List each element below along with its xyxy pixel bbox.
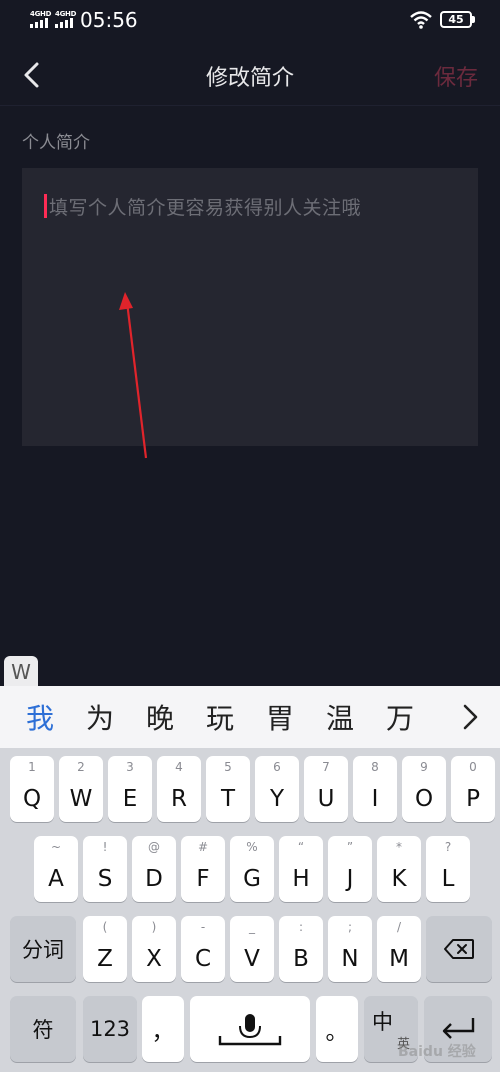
key-w[interactable]: 2W: [59, 756, 103, 822]
page-title: 修改简介: [205, 66, 294, 91]
text-caret: [44, 194, 47, 218]
bio-textarea[interactable]: 填写个人简介更容易获得别人关注哦: [22, 168, 478, 446]
space-voice-key[interactable]: [190, 996, 310, 1062]
key-z[interactable]: (Z: [83, 916, 127, 982]
cellular-signal-icon-2: 4GHD: [55, 10, 79, 28]
key-o[interactable]: 9O: [402, 756, 446, 822]
key-j[interactable]: ” J: [328, 836, 372, 902]
candidate-word[interactable]: 为: [70, 697, 130, 737]
key-c[interactable]: -C: [181, 916, 225, 982]
cellular-signal-icon: 4GHD: [30, 10, 54, 28]
svg-text:Baidu 经验: Baidu 经验: [398, 1043, 477, 1060]
backspace-icon: [444, 939, 474, 959]
key-y[interactable]: 6Y: [255, 756, 299, 822]
wifi-icon: [410, 11, 432, 29]
network-type-label-2: 4GHD: [55, 10, 77, 18]
candidate-word[interactable]: 温: [310, 697, 370, 737]
key-m[interactable]: / M: [377, 916, 421, 982]
backspace-key[interactable]: [426, 916, 492, 982]
key-b[interactable]: :B: [279, 916, 323, 982]
segment-key[interactable]: 分词: [10, 916, 76, 982]
soft-keyboard: 1Q 2W 3E 4R 5T 6Y 7U 8I 9O 0P ~ A ! S @ D #…: [0, 748, 500, 1072]
key-x[interactable]: ) X: [132, 916, 176, 982]
key-r[interactable]: 4R: [157, 756, 201, 822]
comma-key[interactable]: ，: [142, 996, 184, 1062]
candidate-word[interactable]: 晚: [130, 697, 190, 737]
key-d[interactable]: @ D: [132, 836, 176, 902]
key-g[interactable]: % G: [230, 836, 274, 902]
key-e[interactable]: 3E: [108, 756, 152, 822]
microphone-icon: [218, 1014, 282, 1046]
candidate-word[interactable]: 万: [370, 697, 430, 737]
baidu-watermark-logo: Baidu 经验: [398, 1043, 477, 1060]
key-l[interactable]: ? L: [426, 836, 470, 902]
candidate-word[interactable]: 胃: [250, 697, 310, 737]
candidate-word[interactable]: 玩: [190, 697, 250, 737]
key-n[interactable]: ; N: [328, 916, 372, 982]
key-h[interactable]: “H: [279, 836, 323, 902]
network-type-label: 4GHD: [30, 10, 52, 18]
key-s[interactable]: ! S: [83, 836, 127, 902]
period-key[interactable]: 。: [316, 996, 358, 1062]
key-p[interactable]: 0P: [451, 756, 495, 822]
symbol-key[interactable]: 符: [10, 996, 76, 1062]
bio-placeholder: 填写个人简介更容易获得别人关注哦: [49, 197, 362, 219]
key-k[interactable]: * K: [377, 836, 421, 902]
key-f[interactable]: # F: [181, 836, 225, 902]
keyboard-mode-tab[interactable]: W: [4, 656, 38, 686]
clock: 05:56: [80, 8, 138, 32]
status-bar: 4GHD 4GHD 05:56 45: [0, 0, 500, 42]
chevron-right-icon[interactable]: [458, 702, 482, 732]
key-u[interactable]: 7U: [304, 756, 348, 822]
key-v[interactable]: _ V: [230, 916, 274, 982]
bio-section-label: 个人简介: [22, 133, 90, 153]
save-button[interactable]: 保存: [434, 60, 478, 92]
candidate-bar: 我 为 晚 玩 胃 温 万: [0, 686, 500, 748]
number-key[interactable]: 123: [83, 996, 137, 1062]
battery-level: 45: [448, 13, 464, 26]
battery-icon: 45: [440, 11, 475, 28]
key-i[interactable]: 8I: [353, 756, 397, 822]
key-q[interactable]: 1Q: [10, 756, 54, 822]
key-a[interactable]: ~ A: [34, 836, 78, 902]
candidate-word[interactable]: 我: [10, 697, 70, 737]
key-t[interactable]: 5T: [206, 756, 250, 822]
nav-header: 修改简介 保存: [0, 42, 500, 106]
